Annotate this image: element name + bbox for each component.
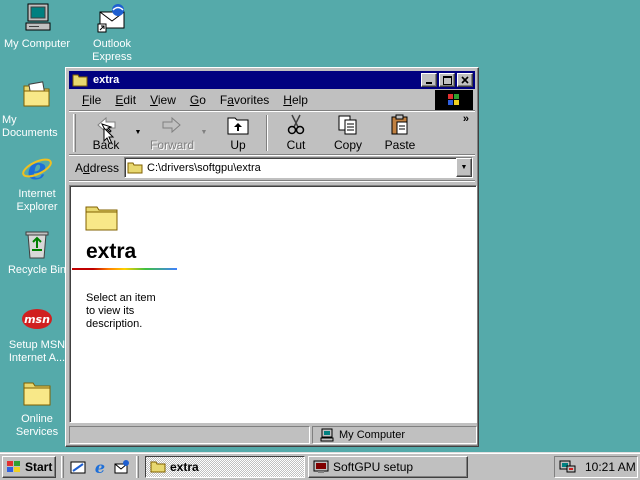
my-computer-icon	[21, 2, 53, 34]
desktop-icon-label: Recycle Bin	[7, 264, 67, 276]
start-button[interactable]: Start	[2, 455, 56, 478]
minimize-button[interactable]	[421, 73, 437, 87]
cut-label: Cut	[286, 137, 306, 152]
folder-icon	[127, 161, 143, 174]
desktop-icon-recycle-bin[interactable]: Recycle Bin	[0, 228, 74, 277]
desktop-icon-setup-msn[interactable]: msn Setup MSN Internet A...	[0, 303, 74, 365]
forward-arrow-icon	[162, 116, 181, 133]
taskbar-grip[interactable]	[136, 455, 139, 478]
task-label: SoftGPU setup	[333, 459, 414, 474]
clock[interactable]: 10:21 AM	[585, 460, 636, 474]
status-pane-left	[69, 426, 310, 444]
window-title: extra	[93, 74, 120, 86]
menu-help[interactable]: Help	[276, 93, 315, 107]
network-tray-icon[interactable]	[559, 459, 577, 475]
svg-text:msn: msn	[24, 313, 50, 326]
folder-icon	[85, 204, 119, 235]
task-label: extra	[170, 459, 199, 474]
toolbar-grip[interactable]	[73, 113, 76, 152]
address-bar: Address C:\drivers\softgpu\extra ▼	[69, 155, 475, 181]
paste-button[interactable]: Paste	[374, 113, 426, 153]
msn-icon: msn	[21, 303, 53, 335]
desktop-icon-internet-explorer[interactable]: e Internet Explorer	[0, 152, 74, 214]
taskbar: Start e extra SoftGPU setup 10:21 AM	[0, 452, 640, 480]
task-button-extra[interactable]: extra	[145, 455, 305, 478]
mouse-cursor-icon	[103, 126, 115, 148]
setup-monitor-icon	[313, 460, 329, 474]
folder-icon	[150, 460, 166, 473]
quick-launch-grip[interactable]	[61, 455, 64, 478]
address-field[interactable]: C:\drivers\softgpu\extra ▼	[124, 157, 473, 178]
outlook-express-icon	[114, 459, 129, 473]
windows-logo-throbber	[435, 90, 473, 110]
desktop-icon-my-computer[interactable]: My Computer	[0, 2, 74, 51]
copy-button[interactable]: Copy	[322, 113, 374, 153]
start-label: Start	[25, 459, 53, 474]
close-button[interactable]	[457, 73, 473, 87]
desktop-icon-label: My Documents	[2, 114, 58, 139]
desktop-icon-label: Outlook Express	[92, 38, 132, 63]
address-dropdown-button[interactable]: ▼	[456, 158, 472, 177]
folder-title: extra	[86, 240, 137, 263]
quicklaunch-internet-explorer[interactable]: e	[89, 456, 111, 478]
forward-label: Forward	[149, 137, 194, 152]
menu-go[interactable]: Go	[183, 93, 213, 107]
windows-logo-icon	[6, 460, 22, 474]
status-pane-location: My Computer	[312, 426, 477, 444]
menu-view[interactable]: View	[143, 93, 183, 107]
recycle-bin-icon	[21, 228, 53, 260]
maximize-button[interactable]	[439, 73, 455, 87]
toolbar-more-chevron[interactable]: »	[463, 113, 469, 125]
folder-icon	[72, 73, 88, 87]
my-computer-icon	[319, 428, 335, 442]
folder-icon	[21, 377, 53, 409]
menu-edit[interactable]: Edit	[108, 93, 143, 107]
desktop-icon-label: Setup MSN Internet A...	[8, 339, 66, 364]
cut-button[interactable]: Cut	[270, 113, 322, 153]
status-location-text: My Computer	[339, 429, 406, 441]
status-bar: My Computer	[69, 426, 477, 444]
menu-favorites[interactable]: Favorites	[213, 93, 276, 107]
up-folder-icon	[227, 117, 249, 134]
forward-dropdown-arrow[interactable]: ▼	[198, 129, 210, 136]
address-label: Address	[75, 160, 120, 175]
address-value: C:\drivers\softgpu\extra	[147, 161, 261, 174]
scissors-icon	[287, 114, 305, 134]
svg-text:e: e	[95, 459, 105, 475]
paste-icon	[391, 114, 408, 134]
up-label: Up	[230, 137, 246, 152]
desktop-icon	[70, 461, 86, 473]
toolbar-separator	[266, 114, 268, 151]
desktop-icon-my-documents[interactable]: My Documents	[0, 78, 74, 140]
item-description: Select an item to view its description.	[86, 292, 156, 330]
folder-view[interactable]: extra Select an item to view its descrip…	[69, 185, 477, 423]
desktop-icon-outlook-express[interactable]: Outlook Express	[75, 2, 149, 64]
task-button-softgpu-setup[interactable]: SoftGPU setup	[308, 455, 468, 478]
title-divider-rainbow	[72, 268, 177, 270]
menu-bar: File Edit View Go Favorites Help	[69, 89, 475, 111]
outlook-express-icon	[96, 2, 128, 34]
desktop-icon-label: Online Services	[15, 413, 59, 438]
desktop-icon-label: My Computer	[3, 38, 71, 50]
copy-icon	[338, 115, 357, 134]
quicklaunch-outlook-express[interactable]	[111, 456, 133, 478]
svg-text:e: e	[27, 152, 46, 184]
forward-button[interactable]: Forward	[146, 113, 198, 153]
system-tray: 10:21 AM	[554, 456, 638, 478]
internet-explorer-icon: e	[21, 152, 53, 187]
desktop-icon-label: Internet Explorer	[16, 188, 58, 213]
folder-documents-icon	[21, 78, 53, 110]
back-dropdown-arrow[interactable]: ▼	[132, 129, 144, 136]
up-button[interactable]: Up	[212, 113, 264, 153]
copy-label: Copy	[333, 137, 362, 152]
standard-toolbar: Back ▼ Forward ▼ Up Cut Copy Paste »	[69, 111, 475, 155]
explorer-window[interactable]: extra File Edit View Go Favorites Help B…	[65, 67, 479, 447]
menu-file[interactable]: File	[75, 93, 108, 107]
internet-explorer-icon: e	[95, 459, 105, 475]
quicklaunch-show-desktop[interactable]	[67, 456, 89, 478]
window-titlebar[interactable]: extra	[69, 71, 475, 89]
desktop-icon-online-services[interactable]: Online Services	[0, 377, 74, 439]
paste-label: Paste	[384, 137, 416, 152]
